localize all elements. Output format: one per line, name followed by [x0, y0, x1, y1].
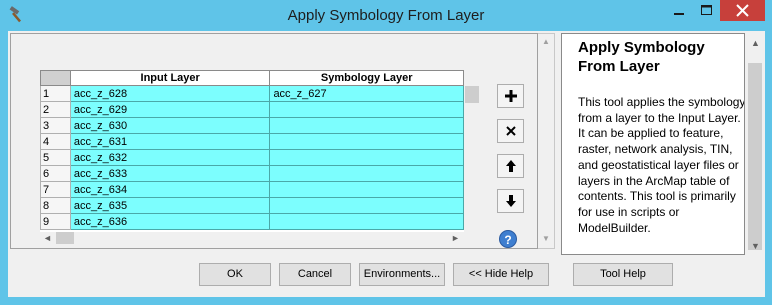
help-panel: Apply Symbology From Layer This tool app…: [561, 33, 745, 255]
grid-horizontal-scrollbar[interactable]: ◄ ►: [40, 232, 464, 244]
help-scroll-thumb[interactable]: [748, 63, 762, 250]
window-title: Apply Symbology From Layer: [287, 7, 485, 24]
row-number[interactable]: 3: [40, 117, 71, 134]
scroll-up-icon[interactable]: ▲: [751, 37, 760, 49]
row-number[interactable]: 6: [40, 165, 71, 182]
maximize-icon: [701, 5, 712, 15]
table-row[interactable]: 2 acc_z_629: [40, 101, 464, 118]
table-header-row: Input Layer Symbology Layer: [40, 70, 464, 86]
table-row[interactable]: 5 acc_z_632: [40, 149, 464, 166]
symbology-layer-cell[interactable]: [269, 101, 464, 118]
symbology-layer-cell[interactable]: [269, 181, 464, 198]
grid-vertical-scroll-thumb[interactable]: [465, 86, 479, 103]
minimize-button[interactable]: [665, 0, 693, 21]
add-row-button[interactable]: [497, 84, 524, 108]
input-layer-cell[interactable]: acc_z_636: [69, 213, 271, 230]
hide-help-button[interactable]: << Hide Help: [453, 263, 549, 286]
row-number[interactable]: 7: [40, 181, 71, 198]
help-scrollbar[interactable]: ▲ ▼: [746, 33, 764, 255]
layer-grid: Input Layer Symbology Layer 1 acc_z_628 …: [40, 70, 464, 232]
symbology-layer-cell[interactable]: [269, 165, 464, 182]
x-icon: [505, 126, 516, 136]
help-description: This tool applies the symbology from a l…: [578, 95, 745, 235]
input-layer-cell[interactable]: acc_z_635: [69, 197, 271, 214]
arrow-up-icon: [505, 160, 516, 172]
table-row[interactable]: 3 acc_z_630: [40, 117, 464, 134]
corner-cell[interactable]: [40, 70, 71, 86]
input-layer-cell[interactable]: acc_z_631: [69, 133, 271, 150]
tool-help-button[interactable]: Tool Help: [573, 263, 673, 286]
environments-button[interactable]: Environments...: [359, 263, 445, 286]
table-row[interactable]: 8 acc_z_635: [40, 197, 464, 214]
move-up-button[interactable]: [497, 154, 524, 178]
cancel-button[interactable]: Cancel: [279, 263, 351, 286]
input-layer-cell[interactable]: acc_z_629: [69, 101, 271, 118]
scroll-down-icon[interactable]: ▼: [541, 234, 551, 244]
row-number[interactable]: 1: [40, 85, 71, 102]
input-layer-cell[interactable]: acc_z_632: [69, 149, 271, 166]
row-number[interactable]: 5: [40, 149, 71, 166]
input-layer-cell[interactable]: acc_z_634: [69, 181, 271, 198]
table-row[interactable]: 1 acc_z_628 acc_z_627: [40, 85, 464, 102]
input-layer-cell[interactable]: acc_z_630: [69, 117, 271, 134]
row-number[interactable]: 9: [40, 213, 71, 230]
symbology-layer-cell[interactable]: acc_z_627: [269, 85, 464, 102]
move-down-button[interactable]: [497, 189, 524, 213]
grid-vertical-scrollbar[interactable]: [464, 70, 481, 232]
grid-horizontal-scroll-thumb[interactable]: [56, 232, 74, 244]
help-title: Apply Symbology From Layer: [578, 39, 705, 75]
ok-button[interactable]: OK: [199, 263, 271, 286]
scroll-left-icon[interactable]: ◄: [43, 232, 52, 244]
maximize-button[interactable]: [693, 0, 720, 21]
symbology-layer-cell[interactable]: [269, 117, 464, 134]
scroll-up-icon[interactable]: ▲: [541, 37, 551, 47]
input-layer-cell[interactable]: acc_z_628: [69, 85, 271, 102]
column-header-symbology-layer[interactable]: Symbology Layer: [269, 70, 464, 86]
table-row[interactable]: 9 acc_z_636: [40, 213, 464, 230]
row-number[interactable]: 4: [40, 133, 71, 150]
scroll-right-icon[interactable]: ►: [451, 232, 460, 244]
row-number[interactable]: 8: [40, 197, 71, 214]
row-number[interactable]: 2: [40, 101, 71, 118]
close-button[interactable]: [720, 0, 765, 21]
table-row[interactable]: 7 acc_z_634: [40, 181, 464, 198]
remove-row-button[interactable]: [497, 119, 524, 143]
layer-table: Input Layer Symbology Layer 1 acc_z_628 …: [40, 70, 464, 230]
symbology-layer-cell[interactable]: [269, 213, 464, 230]
table-row[interactable]: 6 acc_z_633: [40, 165, 464, 182]
plus-icon: [504, 90, 517, 102]
column-header-input-layer[interactable]: Input Layer: [69, 70, 271, 86]
symbology-layer-cell[interactable]: [269, 133, 464, 150]
dialog-window: Apply Symbology From Layer ▲ ▼ Input Lay…: [0, 0, 772, 305]
close-icon: [736, 4, 749, 17]
table-row[interactable]: 4 acc_z_631: [40, 133, 464, 150]
minimize-icon: [674, 13, 684, 15]
help-icon[interactable]: ?: [499, 230, 517, 248]
title-bar[interactable]: Apply Symbology From Layer: [0, 0, 772, 30]
symbology-layer-cell[interactable]: [269, 197, 464, 214]
symbology-layer-cell[interactable]: [269, 149, 464, 166]
scroll-down-icon[interactable]: ▼: [751, 240, 760, 252]
arrow-down-icon: [505, 195, 516, 207]
parameters-scrollbar[interactable]: ▲ ▼: [538, 33, 555, 249]
input-layer-cell[interactable]: acc_z_633: [69, 165, 271, 182]
